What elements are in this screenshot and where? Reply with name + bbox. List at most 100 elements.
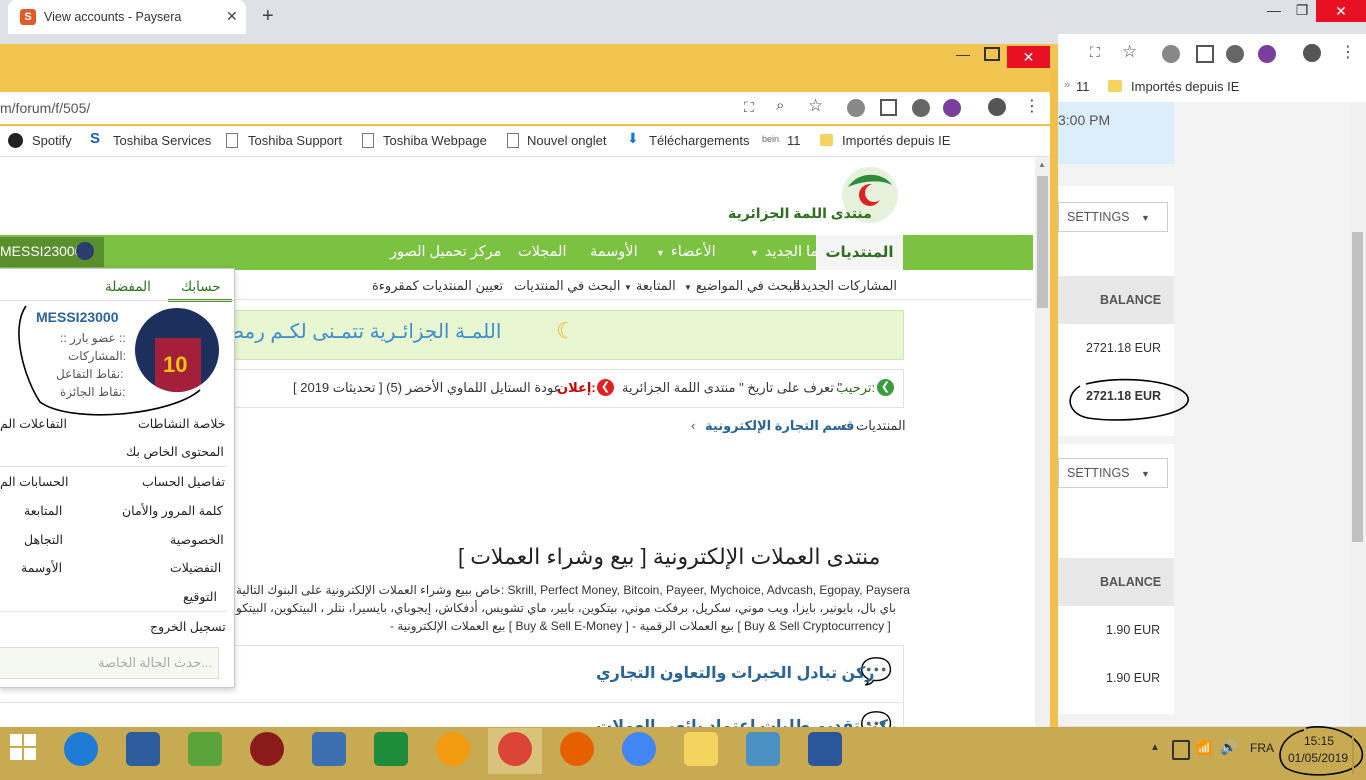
gear-extension-icon[interactable] — [912, 99, 930, 117]
notice-link-history[interactable]: تعرف على تاريخ " منتدى اللمة الجزائرية " — [622, 380, 842, 396]
menu-dots-icon[interactable]: ⋮ — [1024, 96, 1040, 116]
volume-icon[interactable]: 🔊 — [1220, 739, 1237, 756]
arrow-left-icon[interactable]: ❮ — [597, 379, 614, 396]
maximize-icon[interactable] — [984, 47, 1000, 61]
new-tab-icon[interactable]: + — [262, 5, 274, 28]
window-close-icon[interactable]: ✕ — [1316, 0, 1366, 22]
media-player-icon[interactable] — [250, 732, 284, 766]
bookmark-count[interactable]: 11 — [1076, 79, 1090, 94]
menu-item-reactions[interactable]: التفاعلات الم — [0, 416, 67, 431]
username-nav[interactable]: MESSI23000 — [0, 243, 83, 259]
chromium-icon[interactable] — [622, 732, 656, 766]
battery-icon[interactable] — [1172, 740, 1190, 760]
background-scroll-thumb[interactable] — [1352, 232, 1363, 542]
extension-icon[interactable] — [1162, 45, 1180, 63]
tab-account-label[interactable]: حسابك — [181, 279, 221, 295]
podcast-icon[interactable] — [1258, 45, 1276, 63]
menu-item-password-security[interactable]: كلمة المرور والأمان — [122, 503, 223, 518]
subnav-new-posts[interactable]: المشاركات الجديدة — [794, 278, 897, 294]
menu-item-following[interactable]: المتابعة — [24, 503, 62, 518]
menu-item-connected-accounts[interactable]: الحسابات الم — [0, 474, 68, 489]
menu-dots-icon[interactable]: ⋮ — [1340, 42, 1356, 62]
subnav-search-threads[interactable]: ▼ البحث في المواضيع — [684, 278, 800, 294]
star-icon[interactable]: ☆ — [808, 96, 823, 116]
subnav-search-forums[interactable]: البحث في المنتديات — [514, 278, 621, 294]
translate-icon[interactable]: ⛶ — [1090, 44, 1100, 61]
network-icon[interactable]: 📶 — [1196, 740, 1212, 756]
folder-icon — [1108, 80, 1122, 92]
balance-value: 1.90 EUR — [1106, 671, 1161, 685]
profile-icon[interactable] — [1303, 44, 1321, 62]
menu-item-account-details[interactable]: تفاصيل الحساب — [142, 474, 225, 489]
burner-app-icon[interactable] — [436, 732, 470, 766]
bookmark-item[interactable]: Spotify — [32, 133, 72, 148]
menu-item-ignoring[interactable]: التجاهل — [24, 532, 63, 547]
file-explorer-icon[interactable] — [684, 732, 718, 766]
evernote-icon[interactable] — [188, 732, 222, 766]
translate-icon[interactable]: ⛶ — [744, 99, 754, 116]
url-text[interactable]: m/forum/f/505/ — [0, 100, 90, 116]
bookmark-icon: » — [1064, 79, 1071, 91]
close-tab-icon[interactable]: ✕ — [226, 8, 238, 25]
word-icon[interactable] — [808, 732, 842, 766]
minimize-icon[interactable]: — — [956, 46, 970, 62]
windows-start-icon[interactable] — [10, 734, 38, 762]
firefox-icon[interactable] — [560, 732, 594, 766]
star-icon[interactable]: ☆ — [1122, 42, 1137, 62]
breadcrumb-forums[interactable]: المنتديات — [856, 418, 906, 434]
chrome-icon[interactable] — [498, 732, 532, 766]
bookmark-folder[interactable]: Importés depuis IE — [1131, 79, 1239, 94]
zoom-icon[interactable]: ⌕ — [776, 97, 784, 114]
gear-extension-icon[interactable] — [1226, 45, 1244, 63]
nav-forums[interactable]: المنتديات — [816, 235, 903, 270]
qr-icon[interactable] — [1196, 45, 1214, 63]
bookmark-item[interactable]: Toshiba Webpage — [383, 133, 487, 148]
status-input-placeholder[interactable]: حدث الحالة الخاصة... — [98, 655, 212, 671]
bookmark-item[interactable]: 11 — [787, 133, 801, 148]
bookmark-item[interactable]: Toshiba Services — [113, 133, 211, 148]
menu-item-logout[interactable]: تسجيل الخروج — [150, 619, 226, 634]
bookmark-item[interactable]: Nouvel onglet — [527, 133, 607, 148]
nav-magazines[interactable]: المجلات — [518, 244, 567, 260]
nav-whats-new[interactable]: ▼ ما الجديد — [750, 244, 818, 260]
menu-item-your-content[interactable]: المحتوى الخاص بك — [126, 444, 224, 459]
notice-link-update[interactable]: [ تحديثات 2019 ] (5) عودة الستايل اللماو… — [293, 380, 561, 396]
window-close-icon[interactable]: ✕ — [1007, 46, 1050, 68]
menu-item-preferences[interactable]: التفضيلات — [170, 560, 221, 575]
menu-item-news-feed[interactable]: خلاصة النشاطات — [138, 416, 226, 431]
menu-item-privacy[interactable]: الخصوصية — [170, 532, 224, 547]
profile-icon[interactable] — [988, 98, 1006, 116]
node-title[interactable]: ركن تبادل الخبرات والتعاون التجاري — [596, 663, 874, 683]
language-indicator[interactable]: FRA — [1250, 741, 1274, 755]
photos-icon[interactable] — [746, 732, 780, 766]
nav-image-upload[interactable]: مركز تحميل الصور — [390, 244, 501, 260]
chat-app-icon[interactable] — [312, 732, 346, 766]
arrow-left-icon[interactable]: ❮ — [877, 379, 894, 396]
internet-explorer-icon[interactable] — [64, 732, 98, 766]
menu-item-signature[interactable]: التوقيع — [183, 589, 217, 604]
bookmark-item[interactable]: Téléchargements — [649, 133, 749, 148]
settings-button-2[interactable]: SETTINGS ▼ — [1058, 458, 1168, 488]
tab-favorites[interactable]: المفضلة — [105, 279, 151, 295]
subnav-watched[interactable]: ▼ المتابعة — [624, 278, 676, 294]
balance-header-2: BALANCE — [1100, 575, 1162, 589]
show-desktop-strip[interactable] — [1352, 734, 1354, 774]
nav-members[interactable]: ▼ الأعضاء — [656, 244, 716, 260]
bookmark-folder[interactable]: Importés depuis IE — [842, 133, 950, 148]
remote-desktop-icon[interactable] — [126, 732, 160, 766]
breadcrumb-ecommerce[interactable]: قسم التجارة الإلكترونية — [705, 418, 854, 434]
settings-button-1[interactable]: SETTINGS ▼ — [1058, 202, 1168, 232]
podcast-icon[interactable] — [943, 99, 961, 117]
forum-description: خاص ببيع وشراء العملات الإلكترونية على ا… — [236, 583, 910, 597]
qr-icon[interactable] — [880, 99, 897, 116]
nav-medals[interactable]: الأوسمة — [590, 244, 638, 260]
bookmark-item[interactable]: Toshiba Support — [248, 133, 342, 148]
page-scroll-thumb[interactable] — [1037, 176, 1048, 308]
extension-icon[interactable] — [847, 99, 865, 117]
scroll-up-arrow-icon[interactable]: ▲ — [1038, 160, 1046, 169]
subnav-mark-read[interactable]: تعيين المنتديات كمقروءة — [372, 278, 503, 294]
excel-icon[interactable] — [374, 732, 408, 766]
menu-item-medals[interactable]: الأوسمة — [21, 560, 62, 575]
tray-expand-icon[interactable]: ▲ — [1150, 742, 1160, 753]
page-icon — [507, 133, 519, 148]
